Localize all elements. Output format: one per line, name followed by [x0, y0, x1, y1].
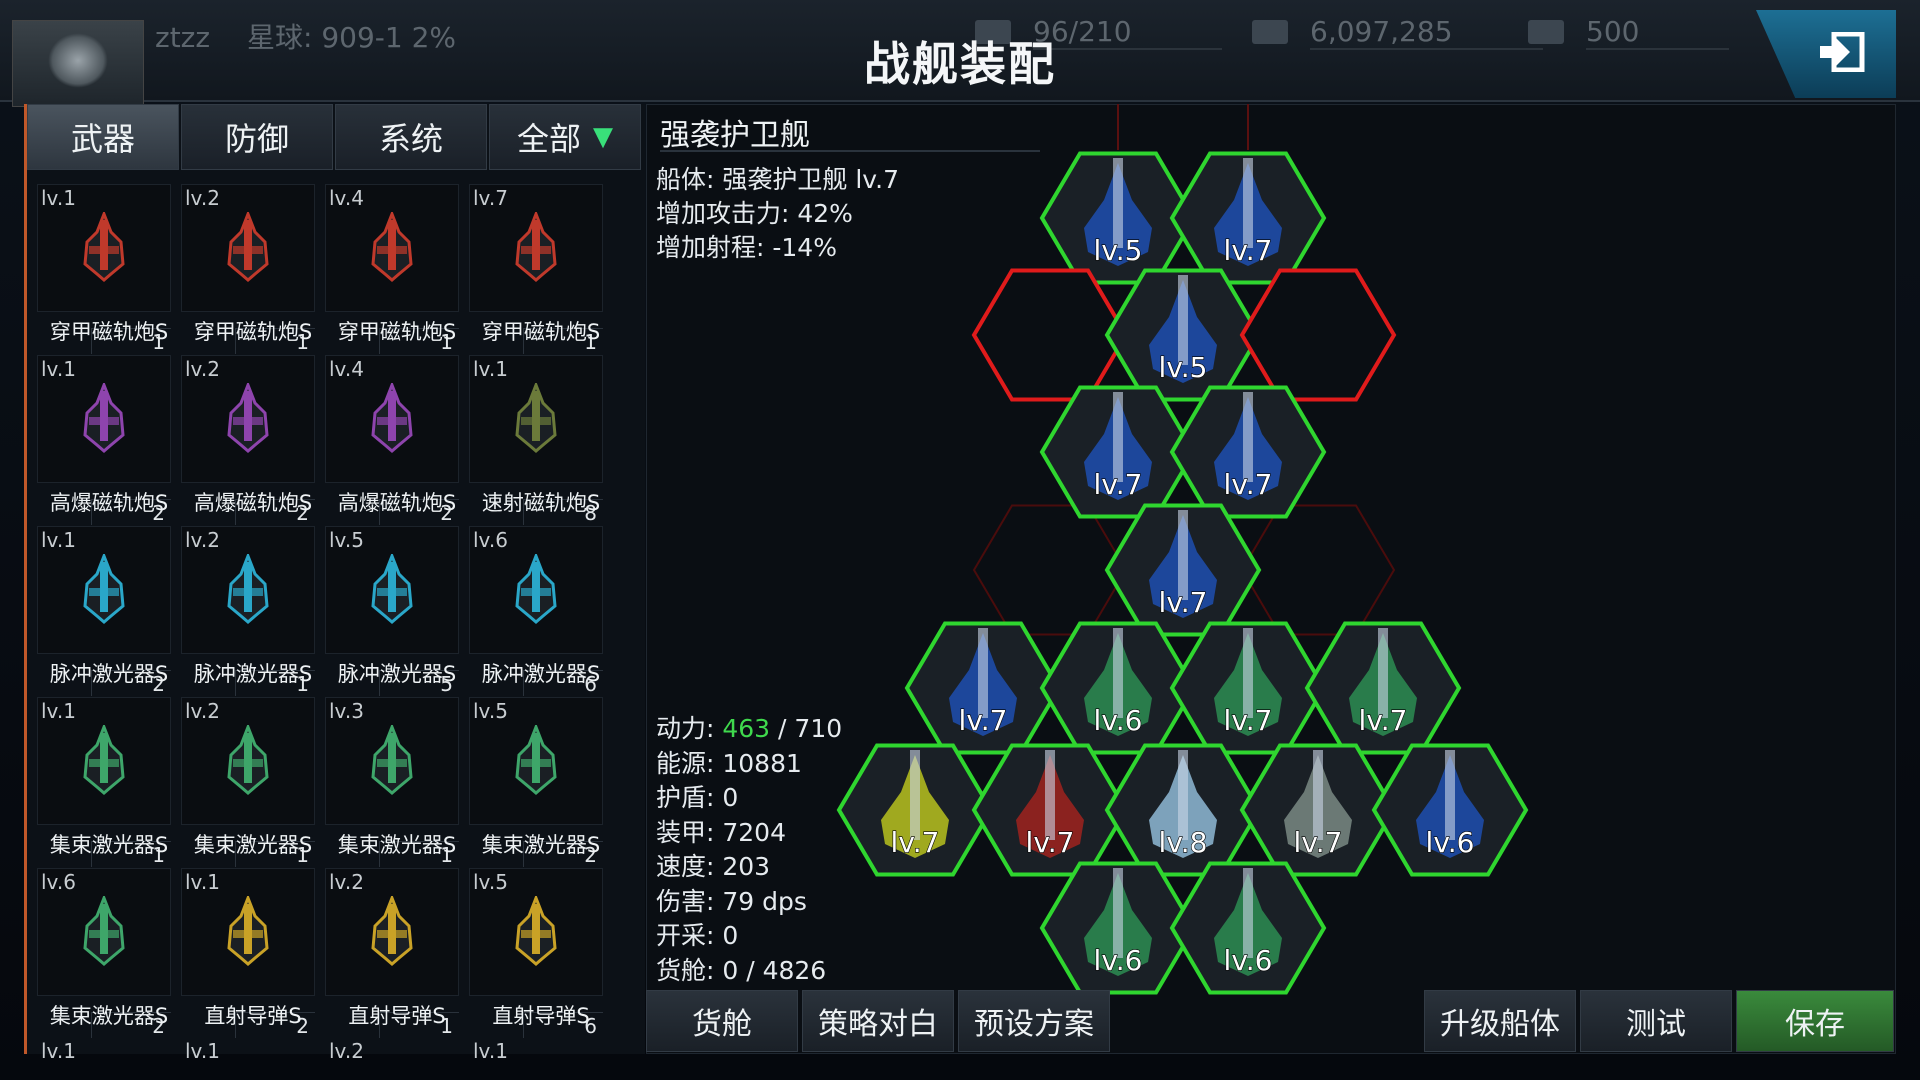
slot-level-label: lv.7 [891, 826, 940, 859]
strategy-dialogue-button[interactable]: 策略对白 [802, 990, 954, 1052]
slot-level-label: lv.7 [1294, 826, 1343, 859]
slot-level-label: lv.7 [1224, 468, 1273, 501]
empty-slot[interactable] [971, 268, 1129, 402]
module-slot[interactable]: lv.8 [1104, 743, 1262, 877]
module-slot[interactable]: lv.7 [1304, 621, 1462, 755]
module-slot[interactable]: lv.7 [904, 621, 1062, 755]
module-slot[interactable]: lv.7 [1104, 503, 1262, 637]
module-slot[interactable]: lv.7 [971, 743, 1129, 877]
empty-slot[interactable] [1239, 268, 1397, 402]
module-slot[interactable]: lv.7 [1169, 621, 1327, 755]
slot-level-label: lv.7 [1159, 586, 1208, 619]
preset-plan-button[interactable]: 预设方案 [958, 990, 1110, 1052]
slot-level-label: lv.7 [1224, 704, 1273, 737]
hex-slot-grid: lv.5 lv.7 lv.5 lv.7 lv.7 lv.7 lv.7 lv.6 lv.7 lv.7… [836, 104, 1529, 995]
slot-level-label: lv.6 [1094, 944, 1143, 977]
slot-level-label: lv.8 [1159, 826, 1208, 859]
slot-level-label: lv.7 [1094, 468, 1143, 501]
module-slot[interactable]: lv.7 [836, 743, 994, 877]
module-slot[interactable]: lv.7 [1169, 385, 1327, 519]
module-slot[interactable]: lv.7 [1239, 743, 1397, 877]
module-slot[interactable]: lv.7 [1169, 151, 1327, 285]
slot-level-label: lv.7 [1224, 234, 1273, 267]
module-slot[interactable]: lv.5 [1104, 268, 1262, 402]
slot-level-label: lv.5 [1094, 234, 1143, 267]
upgrade-hull-button[interactable]: 升级船体 [1424, 990, 1576, 1052]
test-button[interactable]: 测试 [1580, 990, 1732, 1052]
slot-level-label: lv.6 [1224, 944, 1273, 977]
slot-level-label: lv.7 [1026, 826, 1075, 859]
inactive-slot-outline [1240, 504, 1396, 636]
save-button[interactable]: 保存 [1736, 990, 1894, 1052]
slot-level-label: lv.7 [1359, 704, 1408, 737]
slot-level-label: lv.7 [959, 704, 1008, 737]
cargo-button[interactable]: 货舱 [646, 990, 798, 1052]
inactive-slot-outline [972, 504, 1128, 636]
module-slot[interactable]: lv.6 [1169, 861, 1327, 995]
slot-level-label: lv.6 [1426, 826, 1475, 859]
slot-level-label: lv.6 [1094, 704, 1143, 737]
module-slot[interactable]: lv.6 [1371, 743, 1529, 877]
slot-level-label: lv.5 [1159, 351, 1208, 384]
